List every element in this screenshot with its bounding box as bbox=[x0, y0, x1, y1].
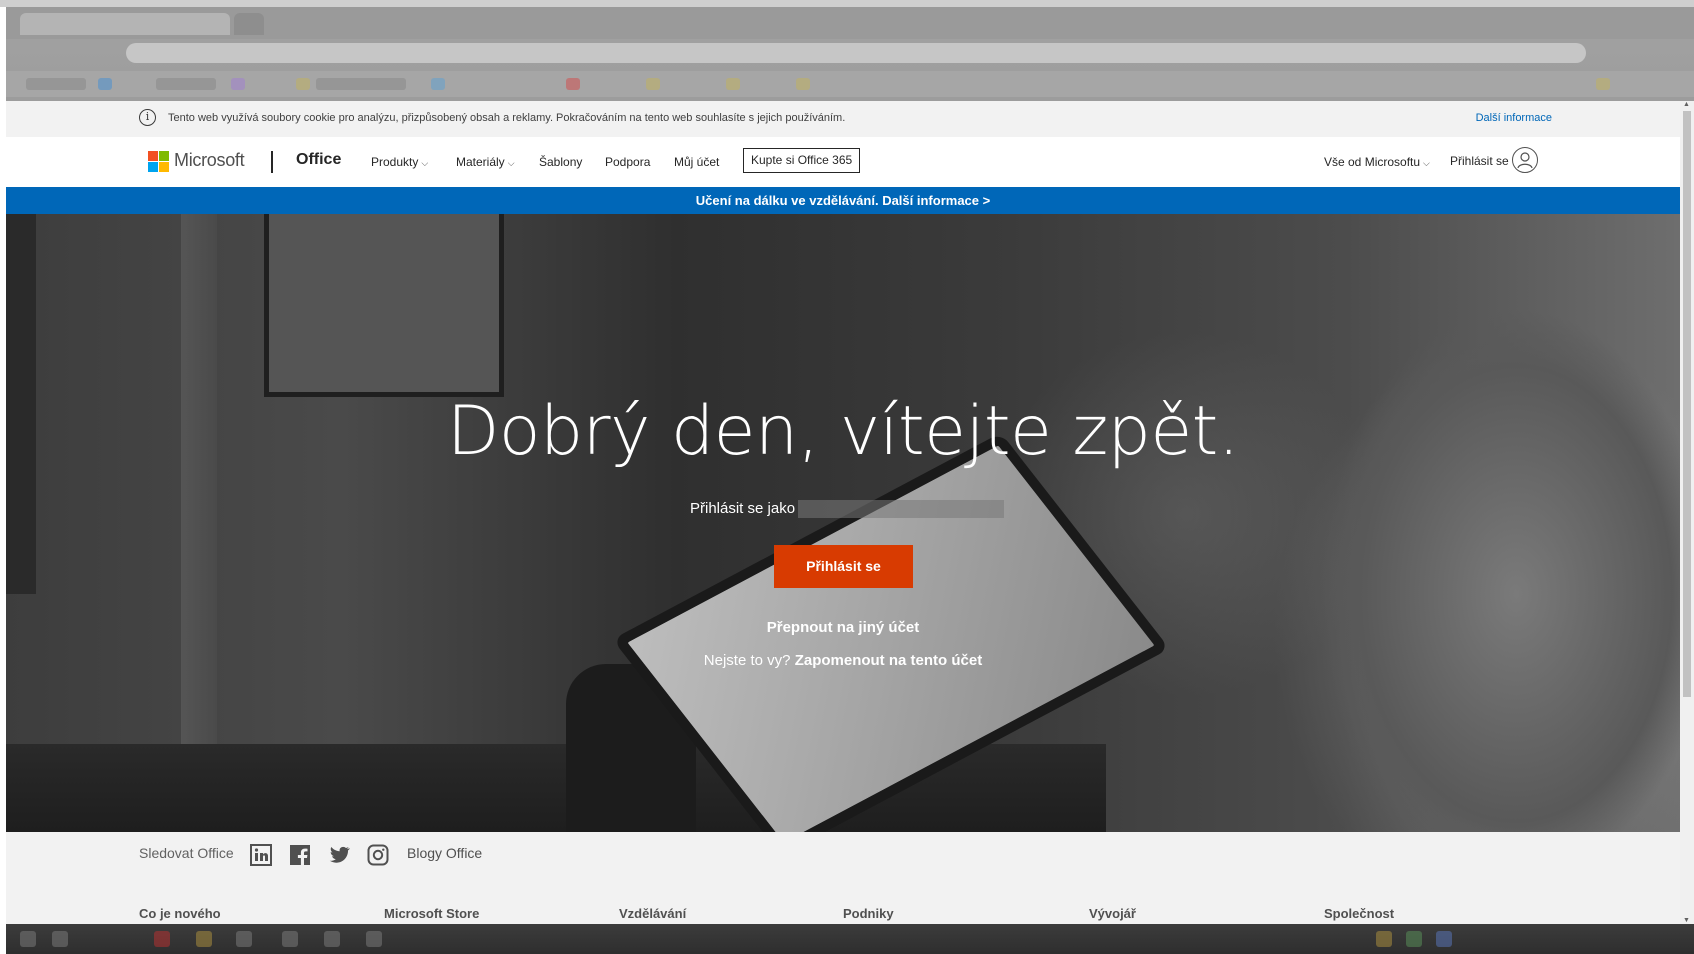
office-brand-link[interactable]: Office bbox=[296, 151, 341, 169]
info-icon: i bbox=[139, 109, 156, 126]
screen-frame bbox=[0, 0, 1694, 7]
forget-account-link[interactable]: Zapomenout na tento účet bbox=[795, 652, 983, 669]
tray-icon[interactable] bbox=[1436, 931, 1452, 947]
office-blogs-link[interactable]: Blogy Office bbox=[407, 845, 482, 861]
footer-column-heading: Vzdělávání bbox=[619, 906, 687, 921]
nav-produkty[interactable]: Produkty ⌵ bbox=[371, 155, 428, 169]
brand-divider bbox=[271, 151, 273, 173]
nav-sablony[interactable]: Šablony bbox=[539, 155, 582, 169]
all-microsoft-menu[interactable]: Vše od Microsoftu ⌵ bbox=[1324, 155, 1430, 169]
chevron-down-icon: ⌵ bbox=[1423, 158, 1430, 168]
bookmarks-bar bbox=[6, 71, 1694, 97]
taskbar-app-icon[interactable] bbox=[324, 931, 340, 947]
cookie-notice-bar: i Tento web využívá soubory cookie pro a… bbox=[6, 101, 1680, 137]
not-you-line: Nejste to vy? Zapomenout na tento účet bbox=[6, 652, 1680, 669]
taskbar-app-icon[interactable] bbox=[196, 931, 212, 947]
instagram-icon[interactable] bbox=[367, 844, 389, 866]
nav-produkty-label: Produkty bbox=[371, 155, 419, 169]
footer-column-heading: Podniky bbox=[843, 906, 894, 921]
twitter-icon[interactable] bbox=[328, 844, 350, 866]
scroll-down-arrow-icon[interactable]: ▼ bbox=[1683, 917, 1690, 924]
taskbar-app-icon[interactable] bbox=[236, 931, 252, 947]
follow-office-label: Sledovat Office bbox=[139, 845, 234, 861]
hero-bg-picture-frame bbox=[264, 214, 504, 397]
microsoft-logo-text[interactable]: Microsoft bbox=[174, 150, 245, 171]
taskbar-app-icon[interactable] bbox=[52, 931, 68, 947]
tray-icon[interactable] bbox=[1406, 931, 1422, 947]
nav-materialy[interactable]: Materiály ⌵ bbox=[456, 155, 515, 169]
hero-bg-pillar bbox=[181, 214, 217, 832]
all-microsoft-label: Vše od Microsoftu bbox=[1324, 155, 1421, 169]
hero-section: Dobrý den, vítejte zpět. Přihlásit se ja… bbox=[6, 214, 1680, 832]
browser-tab[interactable] bbox=[20, 13, 230, 35]
switch-account-link[interactable]: Přepnout na jiný účet bbox=[6, 619, 1680, 636]
nav-podpora[interactable]: Podpora bbox=[605, 155, 650, 169]
scrollbar-thumb[interactable] bbox=[1683, 111, 1691, 697]
scroll-up-arrow-icon[interactable]: ▲ bbox=[1683, 101, 1690, 108]
hero-bg-person bbox=[1266, 214, 1680, 832]
taskbar-app-icon[interactable] bbox=[282, 931, 298, 947]
facebook-icon[interactable] bbox=[289, 844, 311, 866]
browser-chrome bbox=[6, 7, 1694, 101]
welcome-back-title: Dobrý den, vítejte zpět. bbox=[447, 392, 1239, 471]
footer-column-heading: Microsoft Store bbox=[384, 906, 480, 921]
taskbar-app-icon[interactable] bbox=[366, 931, 382, 947]
tray-icon[interactable] bbox=[1376, 931, 1392, 947]
sign-in-as-label: Přihlásit se jako bbox=[690, 500, 796, 517]
page-scrollbar[interactable]: ▲ ▼ bbox=[1680, 101, 1694, 924]
cookie-more-info-link[interactable]: Další informace bbox=[1476, 112, 1552, 124]
os-taskbar bbox=[6, 924, 1694, 954]
new-tab-button[interactable] bbox=[234, 13, 264, 35]
chevron-down-icon: ⌵ bbox=[421, 158, 429, 168]
footer-column-heading: Společnost bbox=[1324, 906, 1395, 921]
site-footer: Sledovat Office Blogy Office Co je novéh… bbox=[6, 832, 1680, 924]
nav-materialy-label: Materiály bbox=[456, 155, 505, 169]
remote-learning-banner-link[interactable]: Učení na dálku ve vzdělávání. Další info… bbox=[6, 187, 1680, 214]
chevron-down-icon: ⌵ bbox=[507, 158, 515, 168]
buy-office-365-button[interactable]: Kupte si Office 365 bbox=[743, 148, 861, 173]
footer-column-heading: Vývojář bbox=[1089, 906, 1136, 921]
redacted-account-email bbox=[798, 500, 1004, 518]
footer-column-heading: Co je nového bbox=[139, 906, 221, 921]
user-avatar-icon[interactable] bbox=[1512, 147, 1538, 173]
linkedin-icon[interactable] bbox=[250, 844, 272, 866]
address-bar[interactable] bbox=[126, 43, 1586, 63]
nav-muj-ucet[interactable]: Můj účet bbox=[674, 155, 719, 169]
cookie-notice-text: Tento web využívá soubory cookie pro ana… bbox=[168, 112, 846, 124]
header-sign-in-link[interactable]: Přihlásit se bbox=[1450, 154, 1509, 168]
site-header: Microsoft Office Produkty ⌵ Materiály ⌵ Ša… bbox=[6, 137, 1680, 187]
not-you-label: Nejste to vy? bbox=[703, 652, 791, 669]
microsoft-logo-icon[interactable] bbox=[148, 151, 169, 172]
browser-tab-strip bbox=[6, 7, 1694, 39]
taskbar-app-icon[interactable] bbox=[154, 931, 170, 947]
start-icon[interactable] bbox=[20, 931, 36, 947]
sign-in-button[interactable]: Přihlásit se bbox=[774, 545, 913, 588]
